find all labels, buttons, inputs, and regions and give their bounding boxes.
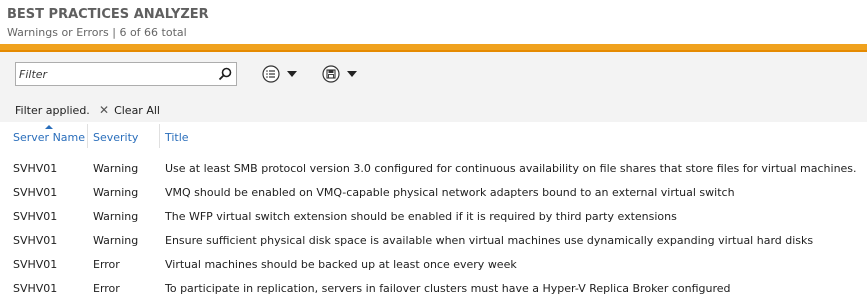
search-icon[interactable] (217, 66, 233, 82)
cell-severity: Warning (93, 162, 139, 175)
cell-server: SVHV01 (13, 234, 58, 247)
table-row[interactable]: SVHV01 Error Virtual machines should be … (0, 253, 867, 277)
view-menu-button[interactable] (261, 64, 297, 84)
cell-title: To participate in replication, servers i… (165, 282, 731, 295)
cell-title: The WFP virtual switch extension should … (165, 210, 677, 223)
cell-title: Ensure sufficient physical disk space is… (165, 234, 814, 247)
cell-title: Virtual machines should be backed up at … (165, 258, 517, 271)
cell-severity: Warning (93, 234, 139, 247)
grid-header: Server Name Severity Title (0, 122, 867, 152)
clear-all-label: Clear All (114, 104, 160, 117)
chevron-down-icon (287, 71, 297, 77)
cell-title: VMQ should be enabled on VMQ-capable phy… (165, 186, 735, 199)
filter-status: Filter applied. (15, 104, 90, 117)
sort-ascending-icon (45, 125, 53, 129)
clear-all-button[interactable]: ✕ Clear All (99, 104, 160, 117)
column-header-severity[interactable]: Severity (93, 131, 138, 144)
cell-server: SVHV01 (13, 210, 58, 223)
page-subtitle: Warnings or Errors | 6 of 66 total (7, 26, 187, 39)
cell-title: Use at least SMB protocol version 3.0 co… (165, 162, 857, 175)
cell-server: SVHV01 (13, 282, 58, 295)
table-row[interactable]: SVHV01 Warning VMQ should be enabled on … (0, 181, 867, 205)
save-menu-button[interactable] (321, 64, 357, 84)
chevron-down-icon (347, 71, 357, 77)
cell-server: SVHV01 (13, 258, 58, 271)
table-row[interactable]: SVHV01 Warning Ensure sufficient physica… (0, 229, 867, 253)
cell-severity: Warning (93, 186, 139, 199)
table-row[interactable]: SVHV01 Error To participate in replicati… (0, 277, 867, 301)
page-header: BEST PRACTICES ANALYZER Warnings or Erro… (0, 0, 867, 44)
page-title: BEST PRACTICES ANALYZER (7, 7, 209, 22)
list-view-icon (261, 64, 281, 84)
table-row[interactable]: SVHV01 Warning The WFP virtual switch ex… (0, 205, 867, 229)
save-icon (321, 64, 341, 84)
table-row[interactable]: SVHV01 Warning Use at least SMB protocol… (0, 157, 867, 181)
filter-input[interactable] (19, 66, 209, 82)
cell-severity: Error (93, 258, 120, 271)
column-header-title[interactable]: Title (165, 131, 189, 144)
column-divider[interactable] (87, 124, 88, 148)
cell-server: SVHV01 (13, 186, 58, 199)
close-icon: ✕ (99, 103, 110, 117)
cell-severity: Warning (93, 210, 139, 223)
cell-server: SVHV01 (13, 162, 58, 175)
filter-box[interactable] (15, 62, 237, 86)
column-header-server-name[interactable]: Server Name (13, 131, 85, 144)
column-divider[interactable] (159, 124, 160, 148)
cell-severity: Error (93, 282, 120, 295)
